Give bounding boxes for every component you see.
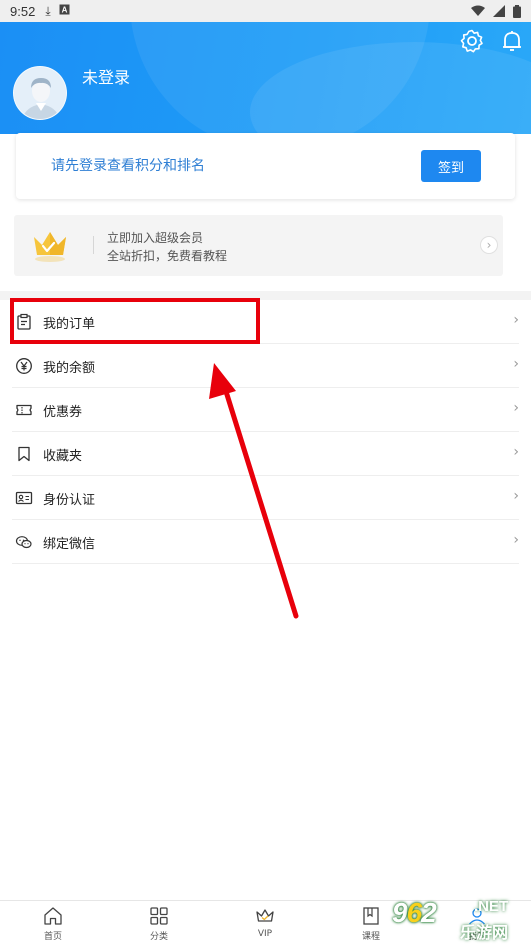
sign-in-button[interactable]: 签到 — [421, 150, 481, 182]
watermark-number: 962 — [392, 897, 437, 928]
watermark-name: 乐游网 — [460, 923, 509, 942]
signal-icon — [493, 5, 505, 17]
menu-item-label: 优惠券 — [43, 405, 83, 420]
profile-header: 未登录 — [0, 22, 531, 134]
login-prompt[interactable]: 请先登录查看积分和排名 — [51, 155, 205, 175]
svg-text:A: A — [61, 6, 67, 15]
menu-item-label: 我的余额 — [43, 361, 96, 376]
status-bar: 9:52 ⤓ A — [0, 0, 531, 22]
status-time: 9:52 — [10, 3, 36, 19]
tab-home[interactable]: 首页 — [0, 901, 106, 945]
chevron-right-icon: › — [513, 444, 519, 460]
watermark-suffix: .NET — [474, 898, 509, 915]
menu-item-label: 收藏夹 — [43, 449, 83, 464]
gear-icon[interactable] — [459, 28, 485, 54]
menu-item-label: 身份认证 — [43, 493, 96, 508]
notification-a-icon: A — [59, 4, 70, 18]
battery-icon — [513, 4, 521, 18]
bell-icon[interactable] — [499, 28, 525, 54]
tab-label: 分类 — [149, 932, 168, 942]
avatar[interactable] — [13, 66, 67, 120]
tab-label: VIP — [257, 929, 273, 939]
vip-divider — [93, 236, 94, 254]
watermark-logo: 962 .NET 乐游网 — [392, 895, 531, 945]
wechat-icon — [15, 536, 32, 549]
home-icon — [44, 907, 62, 925]
default-avatar-icon — [14, 67, 66, 119]
tab-vip[interactable]: VIP — [212, 901, 318, 945]
login-card: 请先登录查看积分和排名 签到 — [16, 133, 515, 199]
chevron-right-icon: › — [513, 532, 519, 548]
menu-item-bind-wechat[interactable]: 绑定微信 › — [12, 520, 519, 564]
vip-subtitle: 全站折扣，免费看教程 — [107, 249, 228, 263]
vip-banner[interactable]: 立即加入超级会员 全站折扣，免费看教程 › — [14, 215, 503, 276]
chevron-right-icon: › — [513, 400, 519, 416]
chevron-right-icon: › — [513, 312, 519, 328]
chevron-right-icon: › — [480, 236, 498, 254]
tab-category[interactable]: 分类 — [106, 901, 212, 945]
book-icon — [363, 907, 379, 925]
menu-item-my-balance[interactable]: 我的余额 › — [12, 344, 519, 388]
id-card-icon — [15, 491, 33, 505]
ticket-icon — [16, 404, 32, 416]
yen-icon — [16, 358, 32, 374]
vip-crown-icon — [34, 232, 66, 262]
grid-icon — [150, 907, 168, 925]
download-icon: ⤓ — [45, 3, 51, 18]
tab-label: 首页 — [43, 932, 62, 942]
crown-icon — [256, 909, 274, 922]
chevron-right-icon: › — [513, 356, 519, 372]
menu-item-favorites[interactable]: 收藏夹 › — [12, 432, 519, 476]
chevron-right-icon: › — [513, 488, 519, 504]
menu-item-coupons[interactable]: 优惠券 › — [12, 388, 519, 432]
annotation-highlight-box — [10, 298, 260, 344]
login-status-text[interactable]: 未登录 — [82, 64, 130, 88]
tab-label: 课程 — [361, 932, 380, 942]
bookmark-icon — [18, 446, 30, 462]
menu-item-identity-verification[interactable]: 身份认证 › — [12, 476, 519, 520]
menu-item-label: 绑定微信 — [43, 537, 96, 552]
wifi-icon — [471, 5, 485, 16]
vip-title: 立即加入超级会员 — [107, 231, 204, 245]
